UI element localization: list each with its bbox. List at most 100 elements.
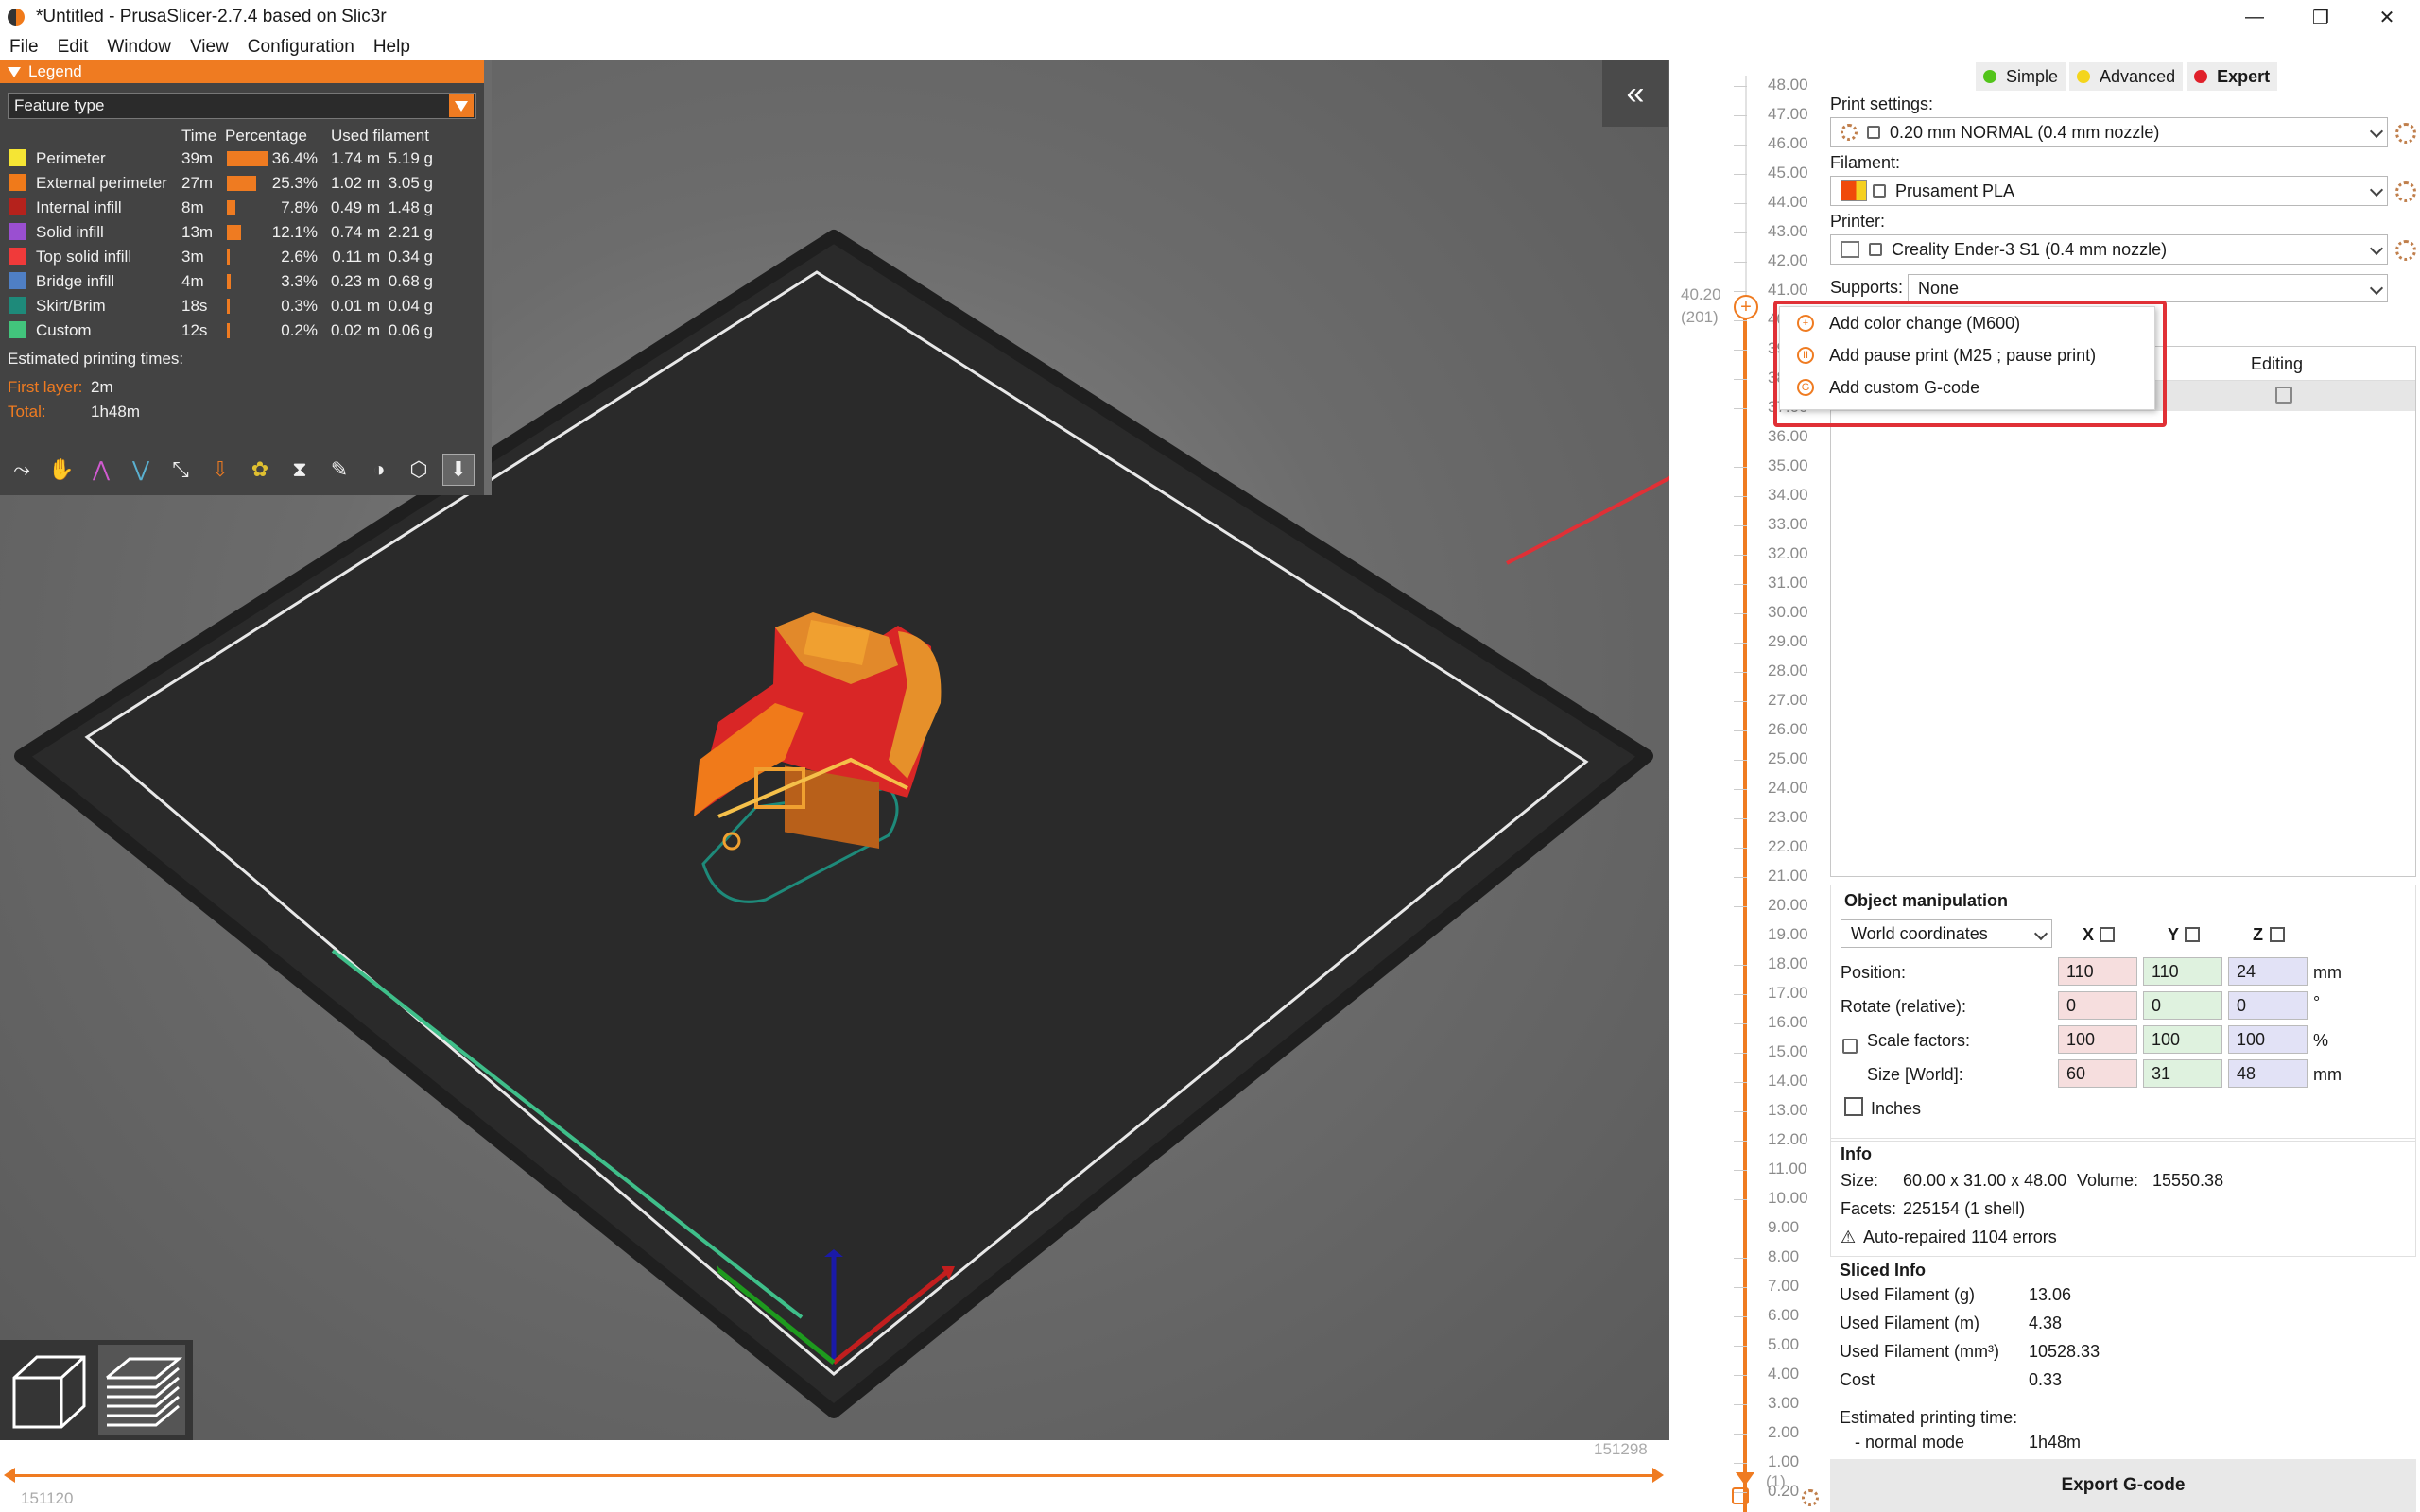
coordinates-combo[interactable]: World coordinates (1841, 919, 2052, 948)
sliced-info-value: 13.06 (2029, 1285, 2072, 1304)
scale-y-field[interactable]: 100 (2143, 1025, 2222, 1054)
supports-combo[interactable]: None (1908, 274, 2388, 302)
legend-row[interactable]: Custom 12s 0.2% 0.02 m 0.06 g (0, 318, 484, 342)
retractions-icon[interactable]: ⋀ (85, 454, 117, 486)
shells-icon[interactable]: ⬡ (403, 454, 435, 486)
size-x-field[interactable]: 60 (2058, 1059, 2137, 1088)
preview-toggle[interactable] (98, 1345, 185, 1435)
add-color-change-icon[interactable]: + (1734, 295, 1758, 319)
export-gcode-button[interactable]: Export G-code (1830, 1459, 2416, 1512)
travel-icon[interactable]: ⤳ (6, 454, 38, 486)
edit-settings-icon[interactable] (2275, 387, 2292, 404)
3d-view-toggle[interactable] (6, 1345, 93, 1435)
scale-x-field[interactable]: 100 (2058, 1025, 2137, 1054)
scale-z-field[interactable]: 100 (2228, 1025, 2308, 1054)
legend-time: 12s (182, 321, 208, 339)
position-unit: mm (2313, 963, 2342, 982)
position-y-field[interactable]: 110 (2143, 957, 2222, 986)
mode-advanced[interactable]: Advanced (2069, 62, 2184, 91)
position-z-field[interactable]: 24 (2228, 957, 2308, 986)
slider-tick (1734, 525, 1747, 526)
dropdown-arrow-icon (449, 94, 474, 117)
legend-header[interactable]: Legend (0, 60, 484, 83)
wipe-icon[interactable]: ✋ (45, 454, 78, 486)
legend-column-headers: Time Percentage Used filament (0, 125, 484, 146)
collapse-triangle-icon (8, 66, 21, 77)
print-settings-gear-icon[interactable] (2395, 123, 2416, 144)
filament-combo[interactable]: Prusament PLA (1830, 176, 2388, 206)
legend-row[interactable]: Bridge infill 4m 3.3% 0.23 m 0.68 g (0, 268, 484, 293)
legend-color-swatch (9, 321, 26, 338)
legend-weight: 2.21 g (388, 223, 433, 241)
layers-icon (106, 1357, 182, 1427)
simple-dot-icon (1983, 70, 1996, 83)
position-x-field[interactable]: 110 (2058, 957, 2137, 986)
restore-button[interactable]: ❐ (2288, 0, 2354, 34)
menu-window[interactable]: Window (97, 37, 181, 58)
rotate-z-field[interactable]: 0 (2228, 991, 2308, 1020)
legend-length: 0.23 m (331, 272, 380, 290)
pause-prints-icon[interactable]: ⧗ (284, 454, 316, 486)
left-thumb-icon[interactable] (4, 1468, 15, 1483)
legend-row[interactable]: Internal infill 8m 7.8% 0.49 m 1.48 g (0, 195, 484, 219)
settings-cog-icon[interactable] (1802, 1489, 1819, 1506)
lock-icon[interactable] (1732, 1487, 1749, 1504)
legend-row[interactable]: Perimeter 39m 36.4% 1.74 m 5.19 g (0, 146, 484, 170)
slider-tick-label: 33.00 (1768, 515, 1808, 533)
legend-percentage: 2.6% (281, 248, 318, 266)
horizontal-slider[interactable]: 151120 151298 (0, 1440, 1669, 1512)
menu-file[interactable]: File (0, 37, 48, 58)
slider-tick-label: 14.00 (1768, 1072, 1808, 1090)
menu-edit[interactable]: Edit (48, 37, 98, 58)
legend-row[interactable]: Skirt/Brim 18s 0.3% 0.01 m 0.04 g (0, 293, 484, 318)
horizontal-slider-min: 151120 (21, 1489, 74, 1507)
scale-lock-icon[interactable] (1842, 1039, 1858, 1054)
lower-thumb-icon[interactable] (1736, 1472, 1754, 1486)
menu-help[interactable]: Help (364, 37, 420, 58)
size-y-field[interactable]: 31 (2143, 1059, 2222, 1088)
slider-tick (1734, 906, 1747, 907)
axis-y-icon (2185, 927, 2200, 942)
slider-tick (1734, 1434, 1747, 1435)
inches-checkbox[interactable] (1844, 1097, 1863, 1116)
collapse-sidebar-button[interactable]: « (1602, 60, 1668, 127)
legend-row[interactable]: External perimeter 27m 25.3% 1.02 m 3.05 g (0, 170, 484, 195)
printer-gear-icon[interactable] (2395, 240, 2416, 261)
rotate-y-field[interactable]: 0 (2143, 991, 2222, 1020)
deretractions-icon[interactable]: ⋁ (125, 454, 157, 486)
minimize-button[interactable]: — (2221, 0, 2288, 34)
slider-tick-label: 15.00 (1768, 1042, 1808, 1060)
seams-icon[interactable]: ⤡ (164, 454, 197, 486)
first-layer-value: 2m (91, 378, 113, 396)
print-settings-value: 0.20 mm NORMAL (0.4 mm nozzle) (1890, 122, 2160, 142)
mode-simple[interactable]: Simple (1976, 62, 2066, 91)
right-thumb-icon[interactable] (1652, 1468, 1664, 1483)
tool-changes-icon[interactable]: ⇩ (204, 454, 236, 486)
tool-marker-icon[interactable]: ⬇ (442, 454, 475, 486)
print-settings-combo[interactable]: 0.20 mm NORMAL (0.4 mm nozzle) (1830, 117, 2388, 147)
slider-tick-label: 10.00 (1768, 1189, 1808, 1207)
feature-type-dropdown[interactable]: Feature type (8, 93, 476, 119)
info-volume-label: Volume: (2077, 1171, 2139, 1190)
color-changes-icon[interactable]: ✿ (244, 454, 276, 486)
mode-expert[interactable]: Expert (2187, 62, 2278, 91)
legend-toolbar: ⤳ ✋ ⋀ ⋁ ⤡ ⇩ ✿ ⧗ ✎ ◑ ⬡ ⬇ (0, 448, 484, 491)
vertical-layer-slider[interactable]: 48.00 47.00 46.00 45.00 44.00 43.00 42.00 41.00… (1669, 60, 1824, 1512)
rotate-x-field[interactable]: 0 (2058, 991, 2137, 1020)
size-z-field[interactable]: 48 (2228, 1059, 2308, 1088)
legend-row[interactable]: Solid infill 13m 12.1% 0.74 m 2.21 g (0, 219, 484, 244)
legend-row[interactable]: Top solid infill 3m 2.6% 0.11 m 0.34 g (0, 244, 484, 268)
center-of-gravity-icon[interactable]: ◑ (363, 454, 395, 486)
menu-view[interactable]: View (181, 37, 238, 58)
slider-tick-label: 23.00 (1768, 808, 1808, 826)
filament-gear-icon[interactable] (2395, 181, 2416, 202)
menu-configuration[interactable]: Configuration (238, 37, 364, 58)
window-title: *Untitled - PrusaSlicer-2.7.4 based on S… (36, 7, 387, 26)
legend-percentage-bar (227, 176, 256, 191)
info-size-value: 60.00 x 31.00 x 48.00 (1903, 1171, 2067, 1190)
printer-combo[interactable]: Creality Ender-3 S1 (0.4 mm nozzle) (1830, 234, 2388, 265)
slider-tick-label: 47.00 (1768, 105, 1808, 123)
legend-length: 1.74 m (331, 149, 380, 167)
close-button[interactable]: ✕ (2354, 0, 2420, 34)
custom-gcodes-icon[interactable]: ✎ (323, 454, 355, 486)
